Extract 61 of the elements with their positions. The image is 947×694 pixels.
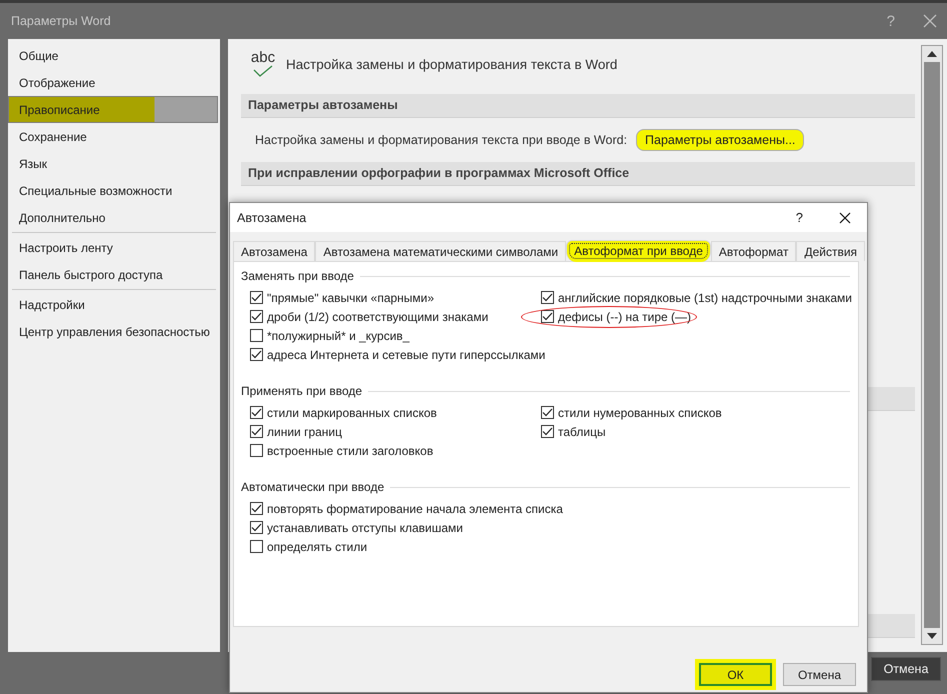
checkbox[interactable]: [250, 406, 263, 419]
sidebar-item[interactable]: Дополнительно: [8, 204, 218, 231]
scrollbar[interactable]: [921, 45, 943, 645]
setting-label: Настройка замены и форматирования текста при вводе в Word:: [255, 133, 628, 147]
checkbox-label: "прямые" кавычки «парными»: [267, 290, 434, 304]
sidebar-item[interactable]: Надстройки: [8, 291, 218, 318]
sidebar-item[interactable]: Язык: [8, 150, 218, 177]
help-button[interactable]: ?: [796, 210, 803, 225]
tab[interactable]: Действия: [796, 241, 866, 261]
checkbox-label: устанавливать отступы клавишами: [267, 520, 463, 534]
checkbox-label: таблицы: [558, 424, 606, 438]
cancel-button[interactable]: Отмена: [783, 663, 856, 686]
checkbox[interactable]: [250, 291, 263, 304]
sidebar-item[interactable]: Панель быстрого доступа: [8, 261, 218, 288]
checkbox-label: адреса Интернета и сетевые пути гиперссылками: [267, 348, 546, 362]
checkbox-label: *полужирный* и _курсив_: [267, 328, 410, 342]
checkbox[interactable]: [541, 310, 554, 323]
scroll-up-icon[interactable]: [927, 51, 937, 57]
tab[interactable]: Автоформат: [710, 241, 796, 261]
tab[interactable]: Автозамена: [233, 241, 316, 261]
autocorrect-options-button[interactable]: Параметры автозамены...: [636, 129, 804, 151]
group-label: Применять при вводе: [241, 384, 362, 398]
checkbox[interactable]: [250, 310, 263, 323]
checkbox[interactable]: [250, 521, 263, 534]
checkbox-label: определять стили: [267, 540, 368, 554]
section-header: При исправлении орфографии в программах Microsoft Office: [241, 162, 915, 186]
tab[interactable]: Автоформат при вводе: [566, 240, 711, 262]
group-label: Автоматически при вводе: [241, 480, 384, 494]
checkbox[interactable]: [541, 425, 554, 438]
checkbox-label: встроенные стили заголовков: [267, 444, 434, 458]
sidebar-item[interactable]: Настроить ленту: [8, 234, 218, 261]
sidebar-item[interactable]: Сохранение: [8, 123, 218, 150]
checkbox-label: стили маркированных списков: [267, 406, 437, 420]
checkbox[interactable]: [250, 540, 263, 553]
checkbox[interactable]: [541, 291, 554, 304]
group-label: Заменять при вводе: [241, 269, 354, 283]
checkbox[interactable]: [250, 425, 263, 438]
sidebar-item[interactable]: Отображение: [8, 69, 218, 96]
tab[interactable]: Автозамена математическими символами: [315, 241, 566, 261]
section-header: Параметры автозамены: [241, 94, 915, 118]
checkbox-label: дроби (1/2) соответствующими знаками: [267, 310, 488, 324]
checkbox-label: повторять форматирование начала элемента списка: [267, 502, 563, 516]
checkbox[interactable]: [541, 406, 554, 419]
checkbox-label: английские порядковые (1st) надстрочными знаками: [558, 290, 852, 304]
checkbox[interactable]: [250, 348, 263, 361]
scroll-down-icon[interactable]: [927, 633, 937, 639]
checkbox[interactable]: [250, 444, 263, 457]
sidebar-item[interactable]: Общие: [8, 42, 218, 69]
checkbox-label: дефисы (--) на тире (—): [558, 310, 692, 324]
checkbox[interactable]: [250, 329, 263, 342]
sidebar-item[interactable]: Правописание: [8, 96, 218, 123]
close-icon[interactable]: [839, 212, 851, 224]
dialog-title: Автозамена: [237, 210, 306, 224]
window-title: Параметры Word: [11, 14, 111, 28]
cancel-button[interactable]: Отмена: [871, 657, 941, 681]
sidebar-item[interactable]: Центр управления безопасностью: [8, 318, 218, 345]
sidebar-item[interactable]: Специальные возможности: [8, 177, 218, 204]
checkbox-label: стили нумерованных списков: [558, 406, 722, 420]
checkbox[interactable]: [250, 502, 263, 515]
panel-heading: Настройка замены и форматирования текста в Word: [286, 56, 618, 72]
checkbox-label: линии границ: [267, 424, 342, 438]
